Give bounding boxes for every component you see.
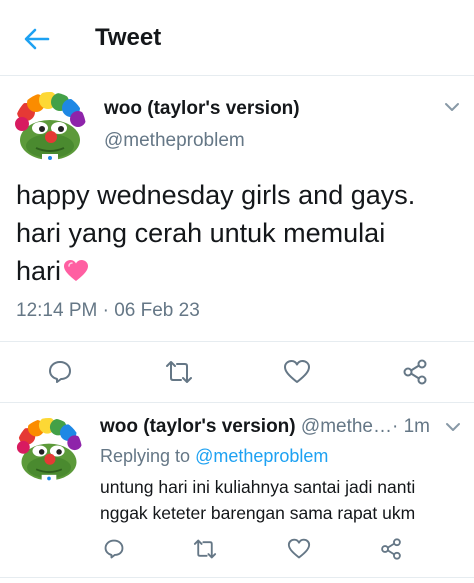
retweet-icon[interactable] xyxy=(193,538,217,560)
reply-text-line: untung hari ini kuliahnya santai jadi na… xyxy=(100,477,416,497)
reply-icon[interactable] xyxy=(47,359,73,385)
page-title: Tweet xyxy=(95,24,162,51)
avatar[interactable] xyxy=(16,418,82,484)
reply-author-name[interactable]: woo (taylor's version) xyxy=(100,416,296,437)
share-icon[interactable] xyxy=(380,538,402,560)
tweet-text-line: happy wednesday girls and gays. xyxy=(16,180,416,210)
tweet-timestamp: 12:14 PM · 06 Feb 23 xyxy=(16,300,200,321)
arrow-left-icon[interactable] xyxy=(20,22,54,56)
chevron-down-icon[interactable] xyxy=(443,100,461,112)
reply-text-line: nggak keteter barengan sama rapat ukm xyxy=(100,503,416,523)
tweet-text-line: hari yang cerah untuk memulai xyxy=(16,218,386,248)
replying-to-label: Replying to xyxy=(100,446,191,466)
author-handle[interactable]: @metheproblem xyxy=(104,130,245,152)
reply-action-bar xyxy=(0,536,474,566)
tweet-detail-screen: Tweet woo (taylor's version) @metheprobl… xyxy=(0,0,474,583)
like-icon[interactable] xyxy=(287,538,311,560)
replying-to: Replying to @metheproblem xyxy=(100,446,328,467)
top-bar: Tweet xyxy=(0,0,474,76)
tweet-text: happy wednesday girls and gays. hari yan… xyxy=(16,176,461,290)
tweet-text-word: hari xyxy=(16,256,62,286)
chevron-down-icon[interactable] xyxy=(444,420,462,432)
sparkling-heart-icon xyxy=(63,255,89,281)
divider xyxy=(0,577,474,578)
like-icon[interactable] xyxy=(283,359,311,385)
share-icon[interactable] xyxy=(402,359,428,385)
tweet-text-line: hari xyxy=(16,252,461,290)
reply-time: · 1m xyxy=(390,416,430,438)
reply-author-handle[interactable]: @methe… xyxy=(301,416,392,437)
author-name[interactable]: woo (taylor's version) xyxy=(104,98,300,120)
reply-author-line[interactable]: woo (taylor's version) @methe… xyxy=(100,416,440,438)
avatar[interactable] xyxy=(14,92,86,164)
replying-to-handle-link[interactable]: @metheproblem xyxy=(195,446,328,466)
tweet-action-bar xyxy=(0,341,474,403)
retweet-icon[interactable] xyxy=(165,359,193,385)
reply-icon[interactable] xyxy=(103,538,125,560)
reply-text: untung hari ini kuliahnya santai jadi na… xyxy=(100,474,470,526)
